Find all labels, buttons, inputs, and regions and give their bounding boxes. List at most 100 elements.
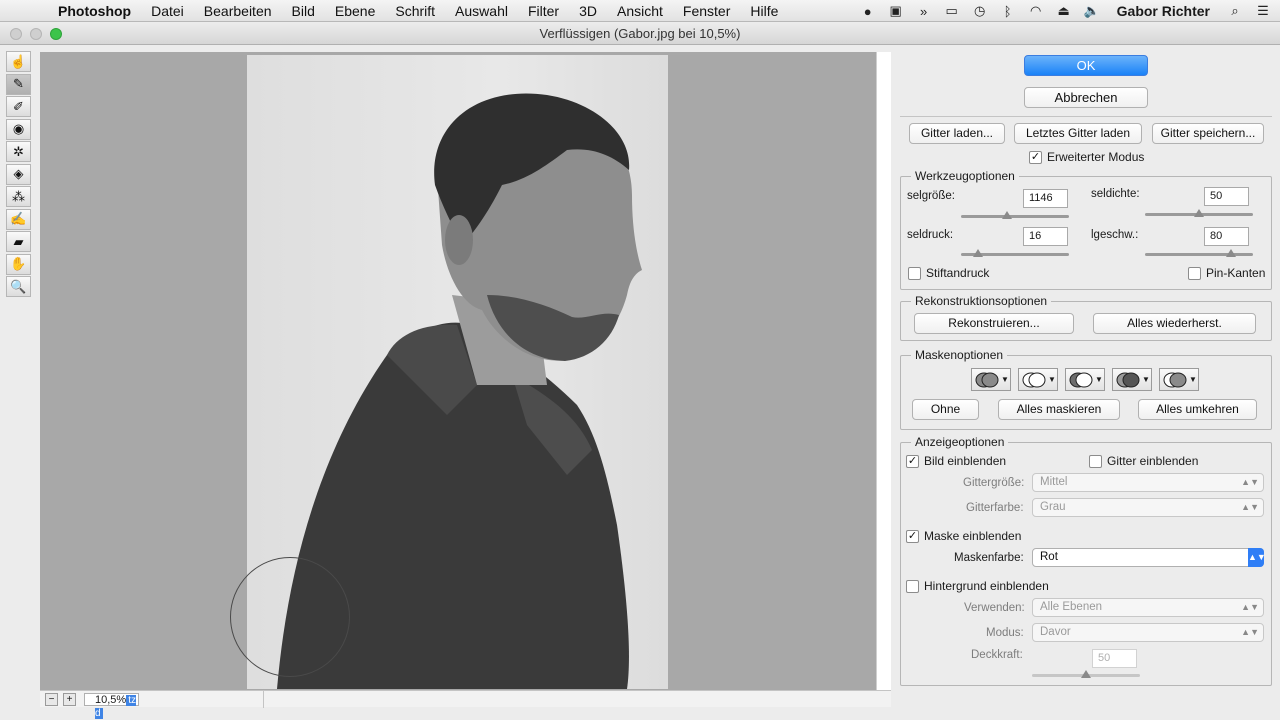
brush-density-slider[interactable]	[1145, 209, 1253, 217]
mask-none-button[interactable]: Ohne	[912, 399, 979, 420]
eject-icon[interactable]: ⏏	[1055, 3, 1073, 19]
wifi-icon[interactable]: ◠	[1027, 3, 1045, 19]
thaw-mask-tool-icon[interactable]: ▰	[6, 231, 31, 252]
chevron-down-icon: ▼	[1142, 375, 1150, 384]
brush-rate-input[interactable]: 80	[1204, 227, 1249, 246]
show-backdrop-label: Hintergrund einblenden	[924, 579, 1049, 593]
save-mesh-button[interactable]: Gitter speichern...	[1152, 123, 1264, 144]
use-select[interactable]: Alle Ebenen ▲▼	[1032, 598, 1264, 617]
hand-tool-icon[interactable]: ✋	[6, 253, 31, 275]
time-machine-icon[interactable]: ◷	[971, 3, 989, 19]
advanced-mode-checkbox[interactable]: ✓ Erweiterter Modus	[1029, 150, 1144, 164]
menu-datei[interactable]: Datei	[141, 3, 194, 19]
mesh-color-select[interactable]: Grau ▲▼	[1032, 498, 1264, 517]
show-backdrop-box[interactable]	[906, 579, 919, 593]
brush-pressure-slider-thumb[interactable]	[973, 249, 984, 257]
cancel-button[interactable]: Abbrechen	[1024, 87, 1148, 108]
show-mesh-checkbox[interactable]: Gitter einblenden	[1089, 454, 1198, 468]
chevron-down-icon: ▼	[1095, 375, 1103, 384]
select-arrows-icon: ▲▼	[1241, 477, 1259, 487]
show-mask-checkbox[interactable]: ✓ Maske einblenden	[906, 529, 1021, 543]
stylus-pressure-label: Stiftandruck	[926, 266, 990, 280]
notification-center-icon[interactable]: ☰	[1254, 3, 1272, 19]
brush-pressure-slider[interactable]	[961, 249, 1069, 257]
menu-bearbeiten[interactable]: Bearbeiten	[194, 3, 282, 19]
smooth-tool-icon[interactable]: ✐	[6, 96, 31, 117]
volume-icon[interactable]: 🔈	[1083, 3, 1101, 19]
brush-size-slider[interactable]	[961, 211, 1069, 219]
brush-density-input[interactable]: 50	[1204, 187, 1249, 206]
opacity-input[interactable]: 50	[1092, 649, 1137, 668]
reconstruct-button[interactable]: Rekonstruieren...	[914, 313, 1074, 334]
canvas-scrollbar[interactable]	[876, 52, 891, 707]
replace-selection-mask-button[interactable]: ▼	[971, 368, 1011, 391]
show-image-checkbox[interactable]: ✓ Bild einblenden	[906, 454, 1006, 468]
advanced-mode-box[interactable]: ✓	[1029, 150, 1042, 164]
bowler-hat-icon[interactable]: ●	[859, 3, 877, 19]
load-mesh-button[interactable]: Gitter laden...	[909, 123, 1005, 144]
search-icon[interactable]: ⌕	[1226, 3, 1244, 19]
forward-warp-tool-icon[interactable]: ☝	[6, 51, 31, 72]
menu-filter[interactable]: Filter	[518, 3, 569, 19]
push-left-tool-icon[interactable]: ⁂	[6, 186, 31, 207]
mode-select[interactable]: Davor ▲▼	[1032, 623, 1264, 642]
opacity-slider-thumb[interactable]	[1081, 670, 1091, 678]
opacity-slider[interactable]	[1032, 670, 1140, 678]
invert-selection-mask-button[interactable]: ▼	[1159, 368, 1199, 391]
intersect-selection-mask-button[interactable]: ▼	[1112, 368, 1152, 391]
stylus-pressure-checkbox[interactable]: Stiftandruck	[908, 266, 989, 280]
load-last-mesh-button[interactable]: Letztes Gitter laden	[1014, 123, 1142, 144]
menu-hilfe[interactable]: Hilfe	[740, 3, 788, 19]
menu-fenster[interactable]: Fenster	[673, 3, 740, 19]
mask-all-button[interactable]: Alles maskieren	[998, 399, 1120, 420]
ok-button[interactable]: OK	[1024, 55, 1148, 76]
mesh-size-select[interactable]: Mittel ▲▼	[1032, 473, 1264, 492]
bluetooth-icon[interactable]: ᛒ	[999, 3, 1017, 19]
brush-density-slider-thumb[interactable]	[1194, 209, 1204, 217]
menu-3d[interactable]: 3D	[569, 3, 607, 19]
zoom-level-field[interactable]: 10,5% tz d	[84, 692, 139, 719]
menu-schrift[interactable]: Schrift	[385, 3, 445, 19]
menu-ebene[interactable]: Ebene	[325, 3, 385, 19]
stylus-pressure-box[interactable]	[908, 266, 921, 280]
mode-label: Modus:	[986, 627, 1024, 639]
pin-edges-box[interactable]	[1188, 266, 1201, 280]
zoom-out-button[interactable]: −	[45, 692, 58, 706]
brush-pressure-input[interactable]: 16	[1023, 227, 1068, 246]
subtract-from-selection-mask-button[interactable]: ▼	[1065, 368, 1105, 391]
brush-rate-slider[interactable]	[1145, 249, 1253, 257]
zoom-tool-icon[interactable]: 🔍	[6, 276, 31, 297]
invert-selection-icon	[1163, 372, 1187, 387]
menu-bar: Photoshop Datei Bearbeiten Bild Ebene Sc…	[0, 0, 1280, 22]
mask-color-label: Maskenfarbe:	[954, 552, 1024, 564]
show-mask-box[interactable]: ✓	[906, 529, 919, 543]
zoom-in-button[interactable]: +	[63, 692, 76, 706]
brush-rate-slider-thumb[interactable]	[1226, 249, 1237, 257]
brush-size-input[interactable]: 1146	[1023, 189, 1068, 208]
preview-canvas[interactable]	[40, 52, 891, 707]
display-profile-icon[interactable]: ▣	[887, 3, 905, 19]
show-image-box[interactable]: ✓	[906, 454, 919, 468]
show-backdrop-checkbox[interactable]: Hintergrund einblenden	[906, 579, 1049, 593]
reconstruct-tool-icon[interactable]: ✎	[6, 73, 31, 95]
restore-all-button[interactable]: Alles wiederherst.	[1093, 313, 1256, 334]
add-to-selection-mask-button[interactable]: ▼	[1018, 368, 1058, 391]
pucker-tool-icon[interactable]: ✲	[6, 141, 31, 162]
menu-app-name[interactable]: Photoshop	[54, 3, 141, 19]
pin-edges-checkbox[interactable]: Pin-Kanten	[1188, 266, 1265, 280]
menu-auswahl[interactable]: Auswahl	[445, 3, 518, 19]
mask-color-select[interactable]: Rot ▲▼	[1032, 548, 1266, 567]
airplay-icon[interactable]: ▭	[943, 3, 961, 19]
fast-forward-icon[interactable]: »	[915, 3, 933, 19]
select-arrows-icon: ▲▼	[1241, 627, 1259, 637]
menu-ansicht[interactable]: Ansicht	[607, 3, 673, 19]
brush-size-label: selgröße:	[907, 190, 955, 202]
show-mesh-box[interactable]	[1089, 454, 1102, 468]
user-name[interactable]: Gabor Richter	[1117, 3, 1210, 19]
invert-all-button[interactable]: Alles umkehren	[1138, 399, 1257, 420]
twirl-clockwise-tool-icon[interactable]: ◉	[6, 118, 31, 140]
freeze-mask-tool-icon[interactable]: ✍	[6, 208, 31, 230]
brush-size-slider-thumb[interactable]	[1002, 211, 1013, 219]
menu-bild[interactable]: Bild	[282, 3, 325, 19]
bloat-tool-icon[interactable]: ◈	[6, 163, 31, 185]
